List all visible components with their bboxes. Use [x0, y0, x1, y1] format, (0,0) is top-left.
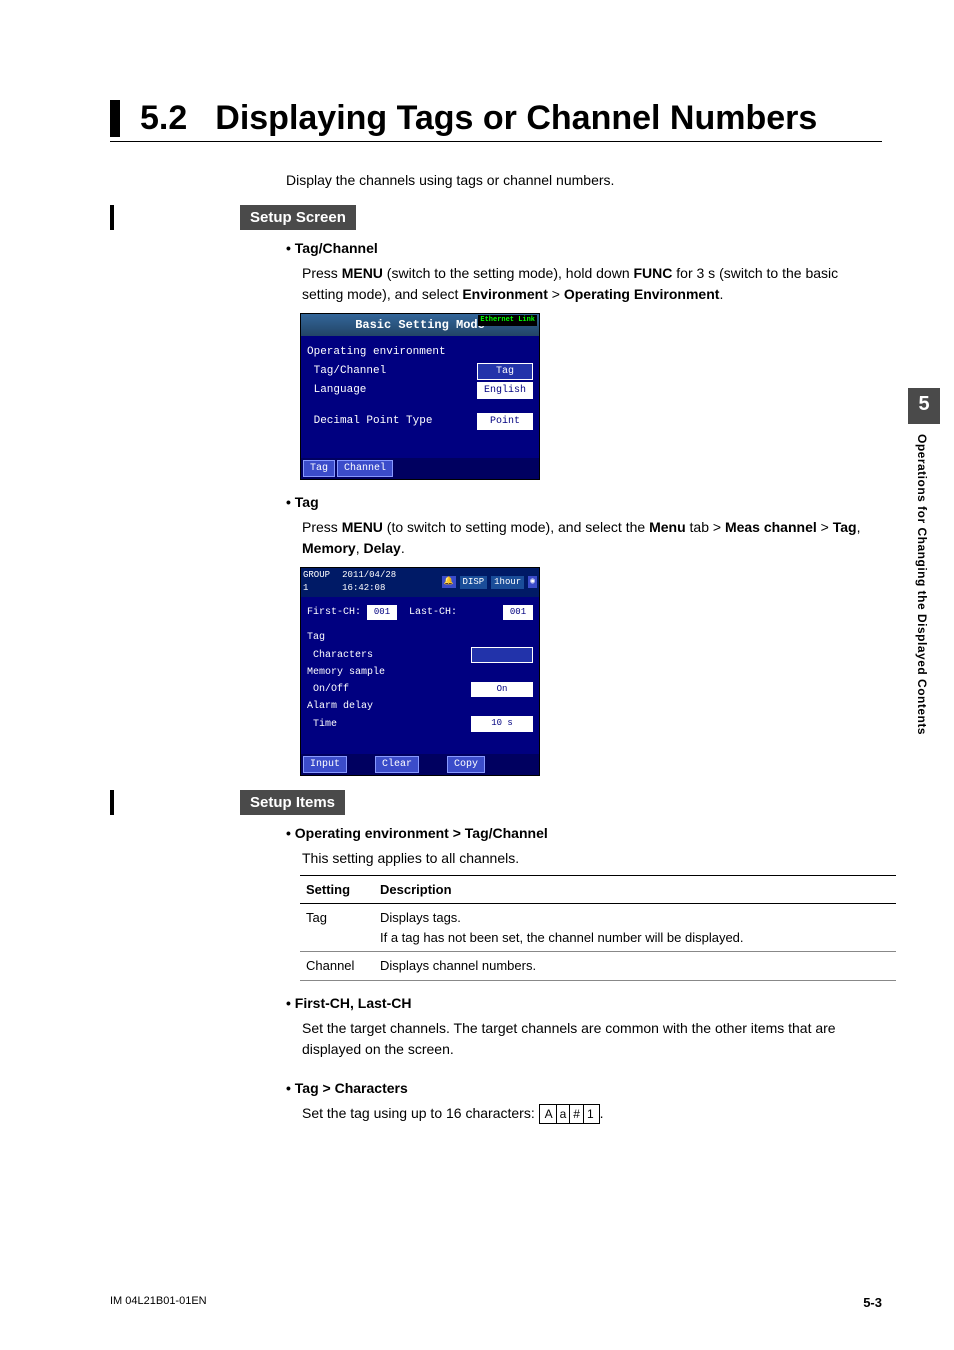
ethernet-badge: Ethernet Link [478, 315, 537, 326]
ss2-btn-clear: Clear [375, 756, 419, 773]
chapter-title-vertical: Operations for Changing the Displayed Co… [908, 424, 936, 745]
ss1-field-lang: English [477, 382, 533, 399]
heading-bar [110, 100, 120, 137]
footer-page-number: 5-3 [863, 1295, 882, 1310]
ss2-last-ch: 001 [503, 605, 533, 621]
section-heading: 5.2 Displaying Tags or Channel Numbers [110, 100, 882, 142]
ss1-btn-tag: Tag [303, 460, 335, 477]
ss2-first-ch: 001 [367, 605, 397, 621]
ss2-onoff: On [471, 682, 533, 698]
ss1-footer: Tag Channel [301, 458, 539, 479]
tag-chars-desc: Set the tag using up to 16 characters: A… [302, 1103, 882, 1124]
char-box: Aa#1 [539, 1104, 600, 1124]
alarm-icon: 🔔 [442, 576, 456, 588]
table-row: Tag Displays tags.If a tag has not been … [300, 904, 896, 952]
ss1-btn-channel: Channel [337, 460, 393, 477]
ss1-field-tag: Tag [477, 363, 533, 380]
th-setting: Setting [300, 875, 374, 904]
ss2-btn-copy: Copy [447, 756, 485, 773]
intro-text: Display the channels using tags or chann… [286, 170, 882, 191]
heading-title: Displaying Tags or Channel Numbers [215, 100, 817, 137]
ss1-field-decimal: Point [477, 413, 533, 430]
screenshot-basic-setting-mode: Basic Setting Mode Ethernet Link Operati… [300, 313, 540, 480]
ss2-characters [471, 647, 533, 663]
settings-table: Setting Description Tag Displays tags.If… [300, 875, 896, 981]
bullet-tag-channel: Tag/Channel [286, 238, 882, 259]
ss2-header: GROUP 1 2011/04/28 16:42:08 🔔 DISP 1hour… [301, 568, 539, 597]
bullet-first-last: First-CH, Last-CH [286, 993, 882, 1014]
bullet-tag-chars: Tag > Characters [286, 1078, 882, 1099]
page-footer: IM 04L21B01-01EN 5-3 [110, 1295, 882, 1310]
setup-items-label: Setup Items [240, 790, 345, 815]
setup-screen-label: Setup Screen [240, 205, 356, 230]
section-bar [110, 205, 114, 230]
ss2-body: First-CH: 001 Last-CH: 001 Tag Character… [301, 597, 539, 754]
chapter-number: 5 [908, 388, 940, 424]
bullet-op-env: Operating environment > Tag/Channel [286, 823, 882, 844]
heading-number: 5.2 [140, 100, 187, 137]
ss2-btn-input: Input [303, 756, 347, 773]
bullet-tag: Tag [286, 492, 882, 513]
first-last-desc: Set the target channels. The target chan… [302, 1018, 882, 1060]
footer-doc-id: IM 04L21B01-01EN [110, 1295, 207, 1310]
ss2-time: 10 s [471, 716, 533, 732]
th-description: Description [374, 875, 896, 904]
section-bar-2 [110, 790, 114, 815]
ss1-body: Operating environment Tag/ChannelTag Lan… [301, 336, 539, 458]
ss2-footer: Input Clear Copy [301, 754, 539, 775]
table-row: Channel Displays channel numbers. [300, 952, 896, 981]
tag-instructions: Press MENU (to switch to setting mode), … [302, 517, 882, 559]
tag-channel-instructions: Press MENU (switch to the setting mode),… [302, 263, 882, 305]
screenshot-tag-settings: GROUP 1 2011/04/28 16:42:08 🔔 DISP 1hour… [300, 567, 540, 776]
side-tab: 5 Operations for Changing the Displayed … [908, 388, 940, 745]
op-env-desc: This setting applies to all channels. [302, 848, 882, 869]
ss1-title: Basic Setting Mode Ethernet Link [301, 314, 539, 336]
record-icon: ◉ [528, 576, 537, 588]
